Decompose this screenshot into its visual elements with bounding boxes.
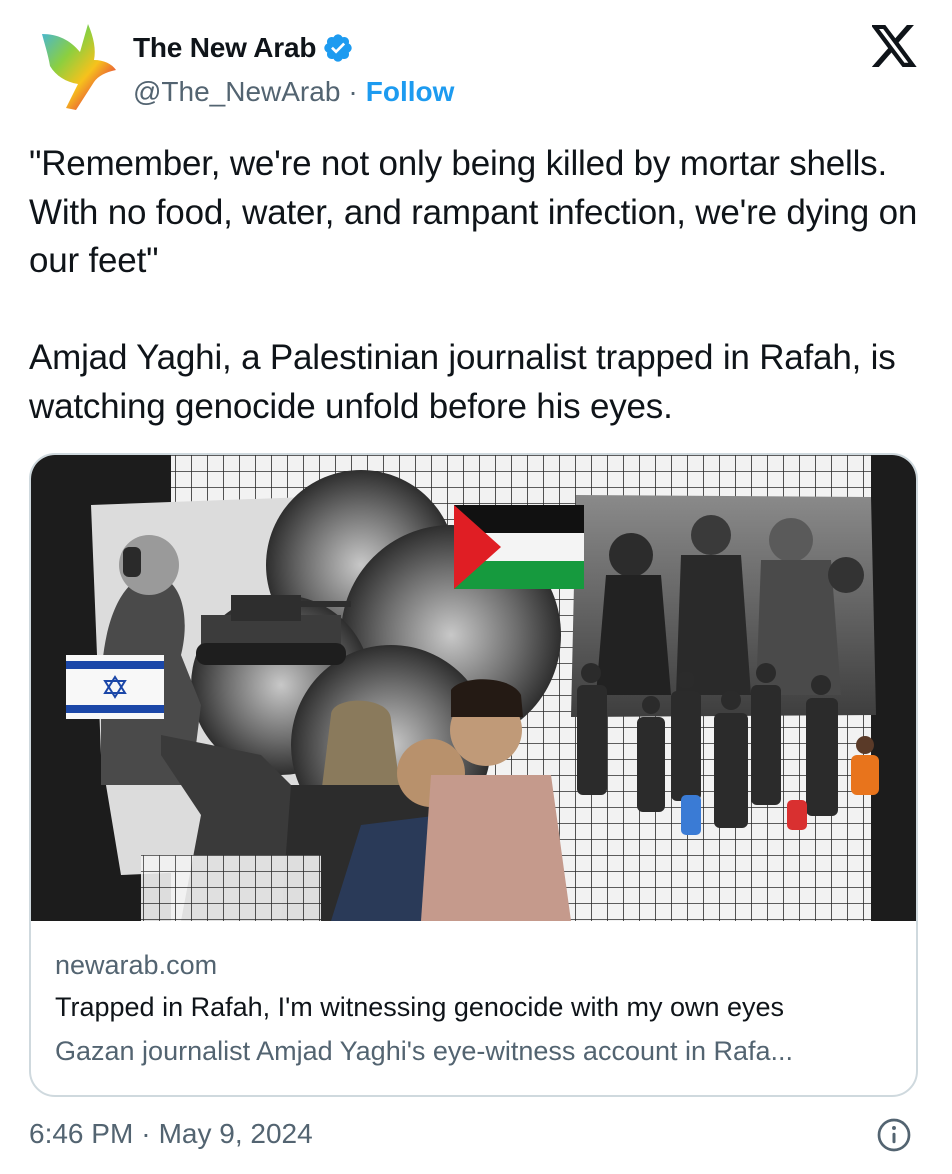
card-meta: newarab.com Trapped in Rafah, I'm witnes… <box>55 945 895 1073</box>
card-description: Gazan journalist Amjad Yaghi's eye-witne… <box>55 1036 794 1066</box>
name-row: The New Arab <box>133 28 354 68</box>
link-card[interactable]: newarab.com Trapped in Rafah, I'm witnes… <box>29 453 918 1097</box>
account-handle[interactable]: @The_NewArab <box>133 76 340 108</box>
post-time[interactable]: 6:46 PM <box>29 1118 133 1150</box>
tweet-embed: The New Arab @The_NewArab · Follow "Reme… <box>0 0 952 1174</box>
info-icon[interactable] <box>876 1117 912 1153</box>
avatar[interactable] <box>36 20 118 112</box>
separator-dot: · <box>141 1118 151 1149</box>
handle-row: @The_NewArab · Follow <box>133 72 454 112</box>
follow-button[interactable]: Follow <box>366 76 455 108</box>
timestamp-row[interactable]: 6:46 PM · May 9, 2024 <box>29 1114 313 1154</box>
verified-badge-icon <box>324 34 352 62</box>
card-title[interactable]: Trapped in Rafah, I'm witnessing genocid… <box>55 985 895 1029</box>
card-image[interactable] <box>31 455 918 921</box>
post-date[interactable]: May 9, 2024 <box>159 1118 313 1150</box>
card-domain: newarab.com <box>55 950 218 980</box>
separator-dot: · <box>348 76 358 107</box>
display-name[interactable]: The New Arab <box>133 32 316 64</box>
tweet-text: "Remember, we're not only being killed b… <box>29 144 918 426</box>
x-logo-icon[interactable] <box>872 25 918 67</box>
